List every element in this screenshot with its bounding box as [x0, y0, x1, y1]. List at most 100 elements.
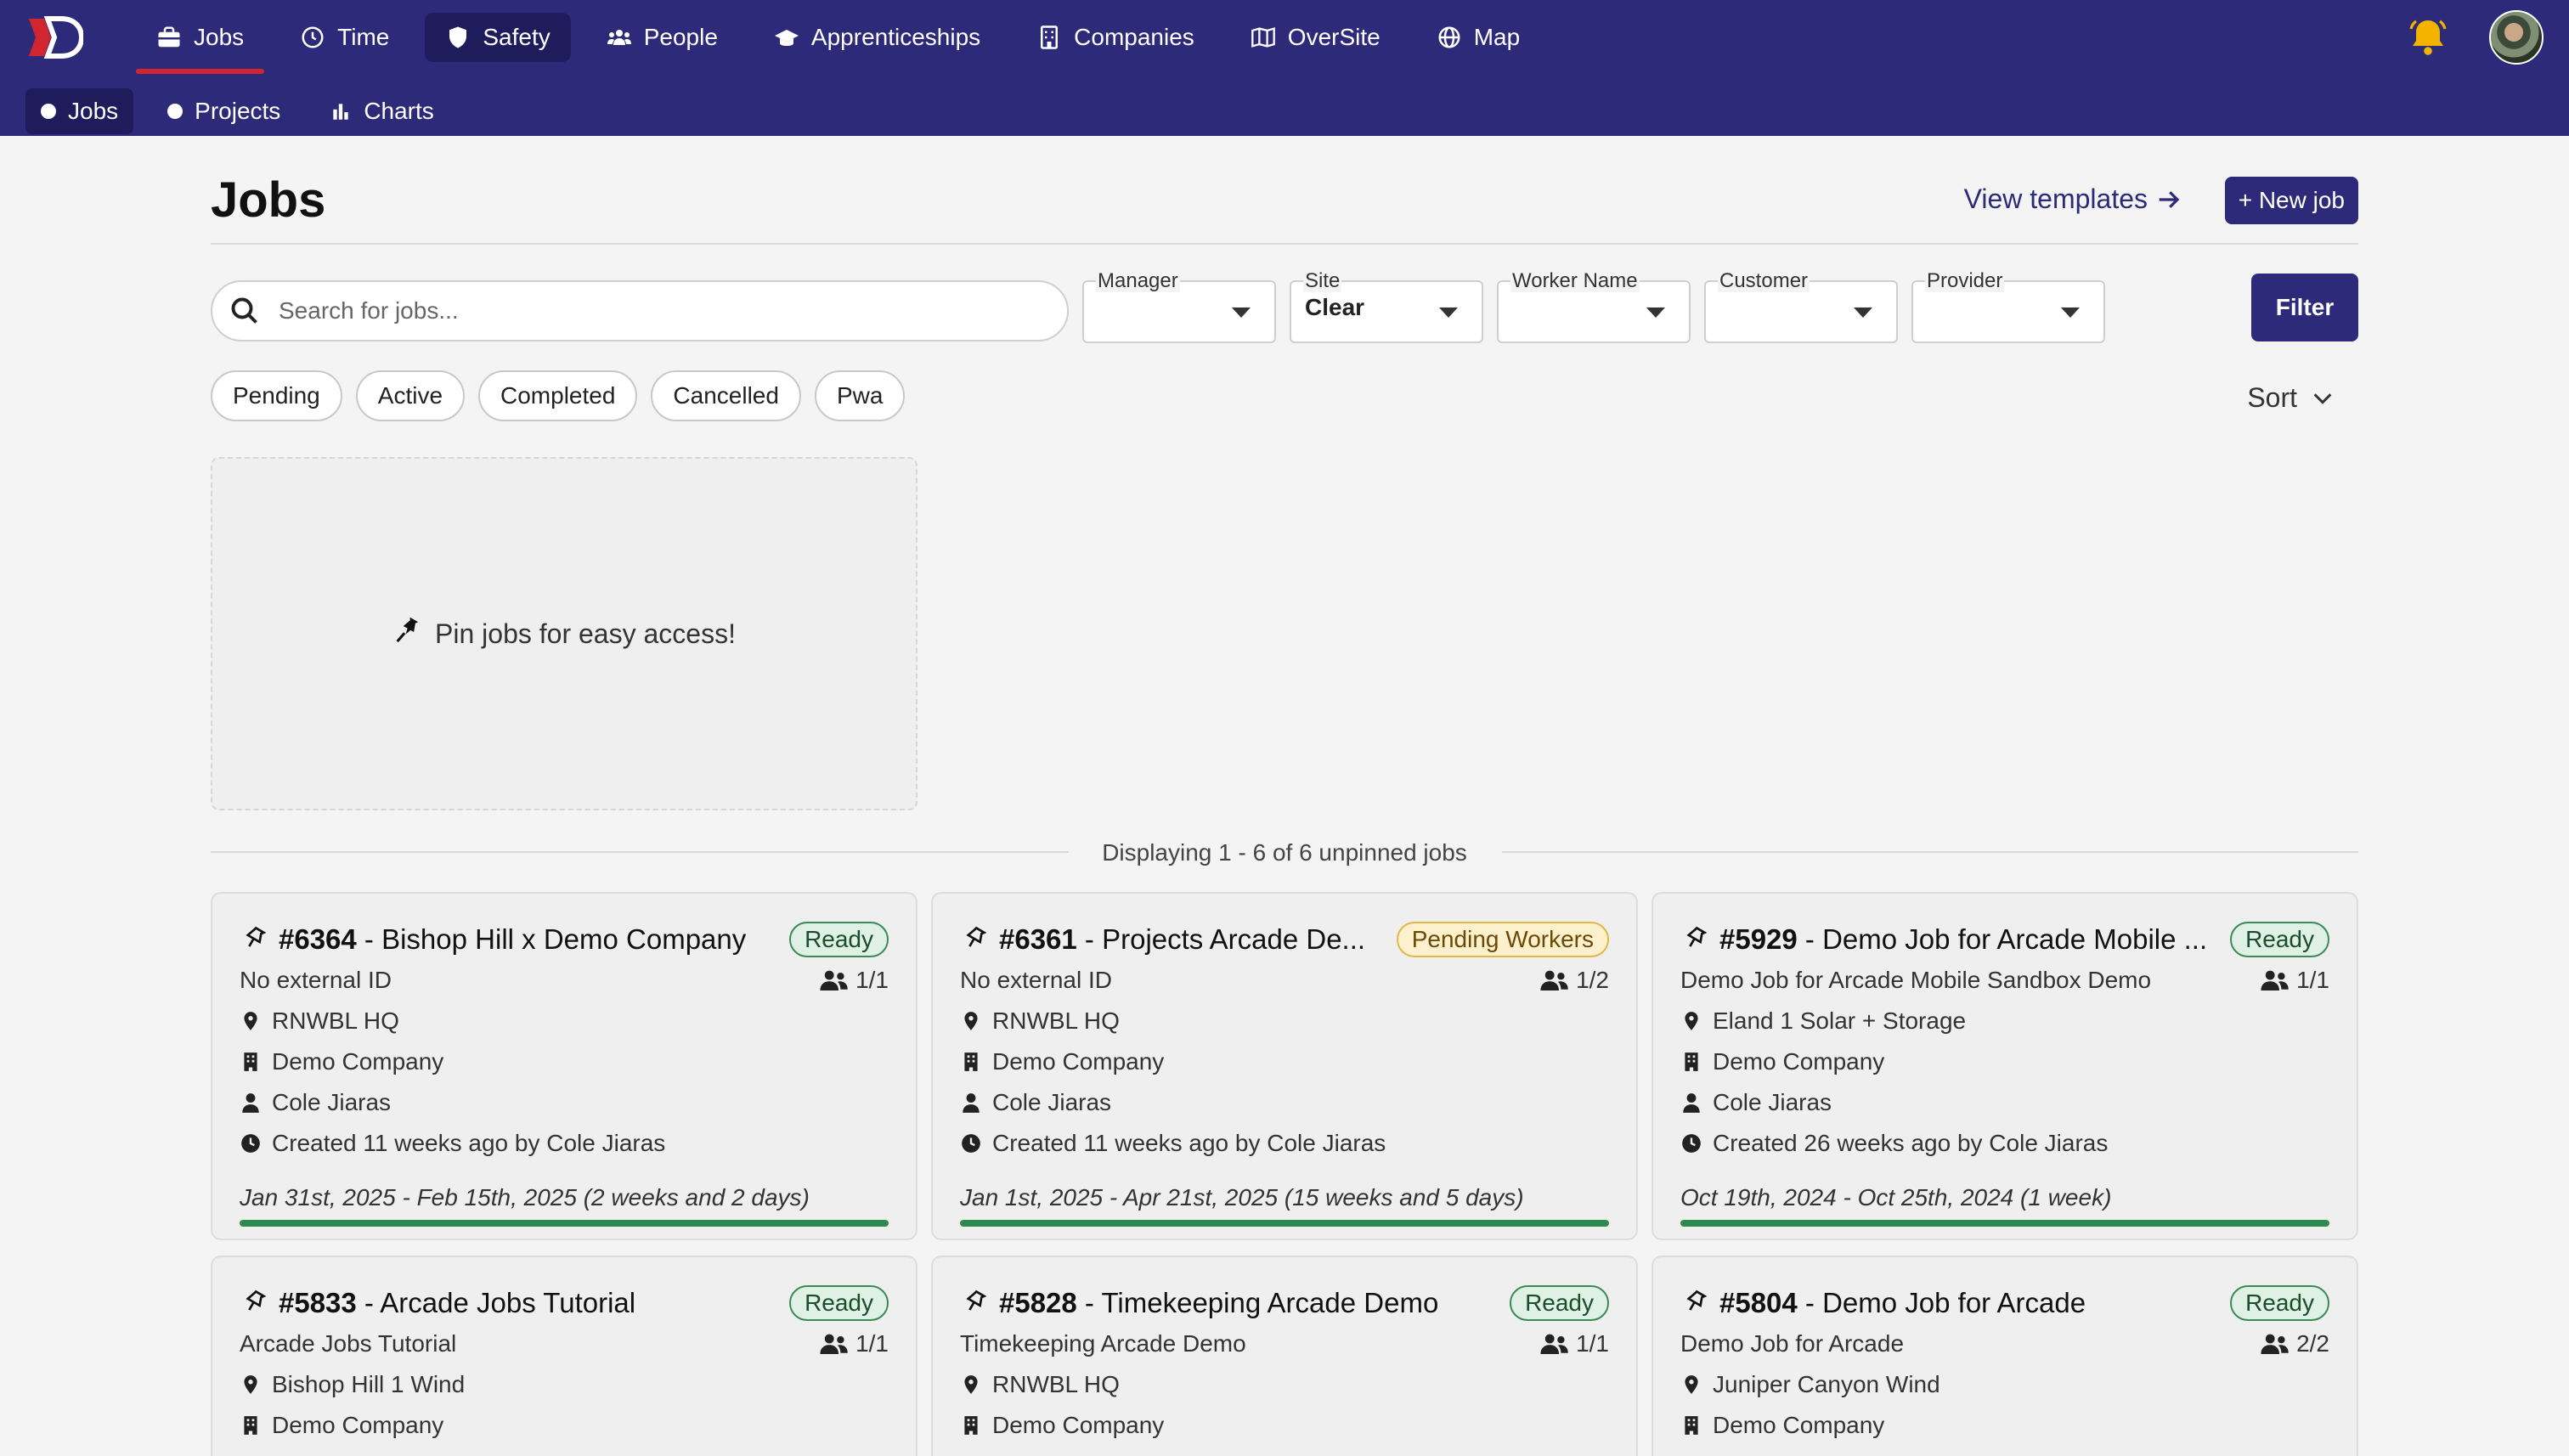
nav-safety[interactable]: Safety [425, 13, 571, 62]
pin-outline-icon[interactable] [960, 926, 987, 953]
site-filter-label: Site [1303, 269, 1342, 292]
job-title[interactable]: #5828 - Timekeeping Arcade Demo [960, 1287, 1438, 1319]
filter-button[interactable]: Filter [2251, 274, 2358, 341]
nav-time[interactable]: Time [279, 13, 409, 62]
divider-line-right [1502, 851, 2358, 853]
people-icon [2261, 970, 2289, 990]
job-number: #5929 [1719, 923, 1798, 955]
job-title[interactable]: #5804 - Demo Job for Arcade [1680, 1287, 2086, 1319]
chip-active[interactable]: Active [355, 370, 466, 421]
sort-label: Sort [2247, 382, 2297, 413]
results-divider: Displaying 1 - 6 of 6 unpinned jobs [211, 836, 2358, 870]
job-name: - Timekeeping Arcade Demo [1076, 1287, 1439, 1318]
nav-map[interactable]: Map [1416, 13, 1540, 62]
search-input[interactable] [279, 297, 1026, 324]
job-name: - Demo Job for Arcade [1797, 1287, 2086, 1318]
app-logo[interactable] [25, 15, 83, 59]
nav-people[interactable]: People [586, 13, 738, 62]
search-icon [231, 297, 257, 324]
worker-count: 1/1 [2259, 967, 2329, 994]
nav-oversite[interactable]: OverSite [1230, 13, 1401, 62]
view-templates-link[interactable]: View templates [1964, 183, 2182, 215]
job-card[interactable]: #5828 - Timekeeping Arcade Demo Ready Ti… [931, 1256, 1638, 1456]
job-card[interactable]: #5929 - Demo Job for Arcade Mobile ... R… [1652, 892, 2358, 1240]
subnav-projects-label: Projects [195, 98, 281, 124]
pin-outline-icon[interactable] [240, 926, 267, 953]
nav-apprenticeships[interactable]: Apprenticeships [754, 13, 1001, 62]
user-icon [242, 1093, 259, 1113]
job-card[interactable]: #6364 - Bishop Hill x Demo Company Ready… [211, 892, 918, 1240]
building-icon [1685, 1052, 1698, 1071]
subnav-jobs-label: Jobs [68, 98, 119, 124]
customer-filter[interactable]: Customer [1704, 270, 1898, 343]
building-icon [964, 1416, 978, 1435]
date-range: Jan 1st, 2025 - Apr 21st, 2025 (15 weeks… [960, 1184, 1524, 1211]
sort-dropdown[interactable]: Sort [2247, 382, 2335, 414]
job-name: - Arcade Jobs Tutorial [356, 1287, 636, 1318]
worker-count-value: 1/1 [855, 967, 889, 993]
status-badge: Pending Workers [1396, 922, 1609, 957]
nav-jobs[interactable]: Jobs [136, 13, 265, 74]
manager-filter[interactable]: Manager [1082, 270, 1276, 343]
company-name: Demo Company [1713, 1412, 1885, 1438]
location-pin-icon [1685, 1375, 1698, 1394]
worker-count-value: 2/2 [2296, 1330, 2329, 1357]
status-badge: Ready [2230, 922, 2329, 957]
bell-icon[interactable] [2408, 17, 2448, 58]
clear-button[interactable]: Clear [1305, 294, 1364, 321]
provider-filter[interactable]: Provider [1911, 270, 2105, 343]
pin-message: Pin jobs for easy access! [435, 618, 736, 649]
site-name: RNWBL HQ [992, 1007, 1120, 1034]
chip-completed[interactable]: Completed [478, 370, 638, 421]
pin-outline-icon[interactable] [1680, 1290, 1708, 1317]
chip-pwa[interactable]: Pwa [814, 370, 906, 421]
new-job-button[interactable]: + New job [2224, 177, 2358, 224]
chip-pending[interactable]: Pending [211, 370, 342, 421]
pin-outline-icon[interactable] [1680, 926, 1708, 953]
status-badge: Ready [789, 1285, 889, 1321]
worker-name-filter-label: Worker Name [1510, 269, 1640, 292]
external-id: Timekeeping Arcade Demo [960, 1330, 1246, 1357]
dot-icon [167, 104, 184, 119]
progress-bar [1680, 1220, 2329, 1227]
job-number: #5828 [999, 1287, 1077, 1318]
manager-filter-label: Manager [1096, 269, 1180, 292]
header-divider [211, 243, 2358, 245]
job-card[interactable]: #5833 - Arcade Jobs Tutorial Ready Arcad… [211, 1256, 918, 1456]
view-templates-label: View templates [1963, 183, 2148, 214]
job-card[interactable]: #6361 - Projects Arcade De... Pending Wo… [931, 892, 1638, 1240]
nav-companies[interactable]: Companies [1016, 13, 1215, 62]
people-icon [820, 1334, 848, 1354]
caret-down-icon [1439, 308, 1458, 318]
search-field[interactable] [211, 280, 1069, 341]
subnav-charts[interactable]: Charts [314, 88, 449, 134]
subnav-charts-label: Charts [364, 98, 434, 124]
job-title[interactable]: #5833 - Arcade Jobs Tutorial [240, 1287, 635, 1319]
job-card[interactable]: #5804 - Demo Job for Arcade Ready Demo J… [1652, 1256, 2358, 1456]
subnav-jobs[interactable]: Jobs [25, 88, 134, 134]
job-name: - Projects Arcade De... [1076, 923, 1366, 955]
external-id: Arcade Jobs Tutorial [240, 1330, 457, 1357]
job-title[interactable]: #6364 - Bishop Hill x Demo Company [240, 923, 746, 956]
building-icon [244, 1416, 257, 1435]
nav-apprenticeships-label: Apprenticeships [810, 24, 981, 50]
customer-filter-label: Customer [1718, 269, 1810, 292]
pushpin-icon [396, 617, 419, 643]
company-name: Demo Company [992, 1048, 1165, 1075]
subnav-projects[interactable]: Projects [152, 88, 296, 134]
building-icon [1041, 25, 1059, 49]
nav-oversite-label: OverSite [1287, 24, 1380, 50]
location-pin-icon [964, 1375, 978, 1394]
job-title[interactable]: #6361 - Projects Arcade De... [960, 923, 1365, 956]
status-badge: Ready [1510, 1285, 1609, 1321]
pin-outline-icon[interactable] [240, 1290, 267, 1317]
worker-count-value: 1/1 [855, 1330, 889, 1357]
nav-people-label: People [643, 24, 718, 50]
worker-name-filter[interactable]: Worker Name [1497, 270, 1691, 343]
external-id: Demo Job for Arcade [1680, 1330, 1905, 1357]
pin-outline-icon[interactable] [960, 1290, 987, 1317]
pinned-jobs-placeholder: Pin jobs for easy access! [211, 457, 918, 810]
job-title[interactable]: #5929 - Demo Job for Arcade Mobile ... [1680, 923, 2207, 956]
user-avatar[interactable] [2489, 10, 2544, 65]
chip-cancelled[interactable]: Cancelled [651, 370, 801, 421]
